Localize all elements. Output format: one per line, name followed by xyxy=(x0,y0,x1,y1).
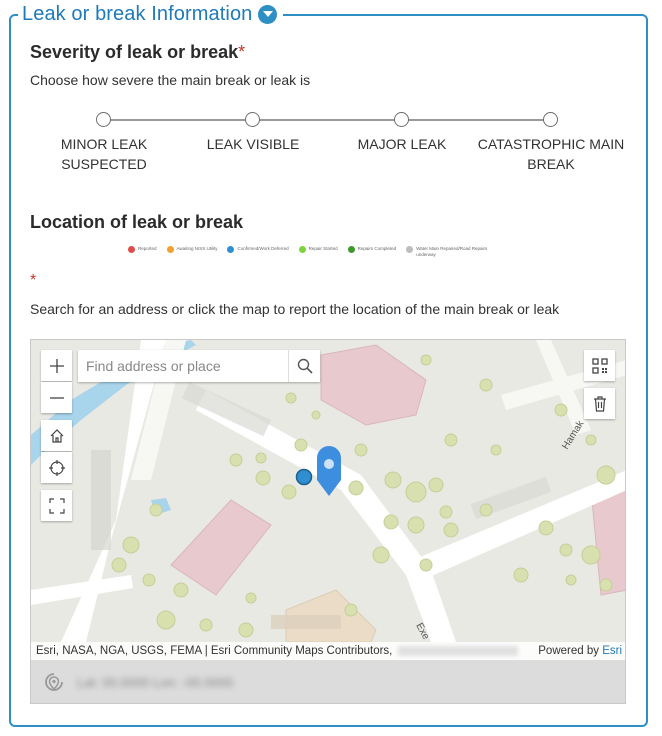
legend-item: Confirmed/Work Deferred xyxy=(227,246,289,253)
location-refresh-icon[interactable] xyxy=(41,670,67,696)
address-search-input[interactable] xyxy=(78,350,288,382)
location-title: Location of leak or break xyxy=(30,212,244,232)
attribution-blurred xyxy=(398,646,519,656)
plus-icon xyxy=(49,358,64,373)
powered-by: Powered by Esri xyxy=(538,645,622,657)
coordinate-readout: Lat: 00.0000 Lon: -00.0000 xyxy=(77,675,234,690)
legend-item: Water Main Repaired/Road Repairs underwa… xyxy=(406,246,496,258)
likert-option-leak-visible[interactable] xyxy=(245,112,260,127)
legend-dot xyxy=(347,246,355,253)
likert-label-catastrophic[interactable]: CATASTROPHIC MAIN BREAK xyxy=(476,134,626,174)
qr-code-button[interactable] xyxy=(584,350,615,381)
legend-item: Awaiting NISS Utility xyxy=(166,246,217,253)
expand-icon xyxy=(48,497,65,514)
zoom-out-button[interactable] xyxy=(41,382,72,413)
group-header: Leak or break Information xyxy=(18,0,284,28)
crosshair-icon xyxy=(48,459,65,476)
zoom-in-button[interactable] xyxy=(41,350,72,381)
map-attribution: Esri, NASA, NGA, USGS, FEMA | Esri Commu… xyxy=(31,642,625,660)
likert-option-minor-leak[interactable] xyxy=(96,112,111,127)
collapse-icon[interactable] xyxy=(258,4,278,24)
likert-option-catastrophic[interactable] xyxy=(543,112,558,127)
likert-label-minor-leak[interactable]: MINOR LEAK SUSPECTED xyxy=(29,134,179,174)
search-button[interactable] xyxy=(288,350,320,382)
esri-link[interactable]: Esri xyxy=(602,645,622,657)
fullscreen-button[interactable] xyxy=(41,490,72,521)
severity-title: Severity of leak or break* xyxy=(30,42,246,62)
trash-icon xyxy=(593,395,606,412)
map-canvas[interactable]: Hamak Exe xyxy=(31,340,626,660)
required-mark: * xyxy=(238,42,246,62)
delete-button[interactable] xyxy=(584,388,615,419)
current-location-dot xyxy=(295,468,313,486)
legend-dot xyxy=(406,246,414,253)
locate-button[interactable] xyxy=(41,452,72,483)
legend-dot xyxy=(227,246,235,253)
home-icon xyxy=(50,428,63,443)
likert-label-leak-visible[interactable]: LEAK VISIBLE xyxy=(178,134,328,154)
required-mark: * xyxy=(30,272,37,289)
group-title: Leak or break Information xyxy=(22,2,253,25)
legend-item: Repair Started xyxy=(298,246,338,253)
search-icon xyxy=(297,358,313,374)
location-description: Search for an address or click the map t… xyxy=(30,301,560,317)
map-search xyxy=(78,350,320,382)
legend-dot xyxy=(166,246,174,253)
legend-item: Reported xyxy=(128,246,157,253)
minus-icon xyxy=(49,396,64,399)
qr-code-icon xyxy=(591,357,608,374)
home-button[interactable] xyxy=(41,420,72,451)
legend-dot xyxy=(128,246,135,253)
map-widget: Hamak Exe Find address or place Esri, NA… xyxy=(30,339,626,704)
coordinate-bar: Lat: 00.0000 Lon: -00.0000 xyxy=(31,660,625,703)
likert-track xyxy=(104,119,552,121)
likert-option-major-leak[interactable] xyxy=(394,112,409,127)
likert-label-major-leak[interactable]: MAJOR LEAK xyxy=(327,134,477,154)
legend-dot xyxy=(298,246,306,253)
status-legend: Reported Awaiting NISS Utility Confirmed… xyxy=(128,246,496,258)
legend-item: Repairs Completed xyxy=(347,246,396,253)
severity-description: Choose how severe the main break or leak… xyxy=(30,72,311,88)
